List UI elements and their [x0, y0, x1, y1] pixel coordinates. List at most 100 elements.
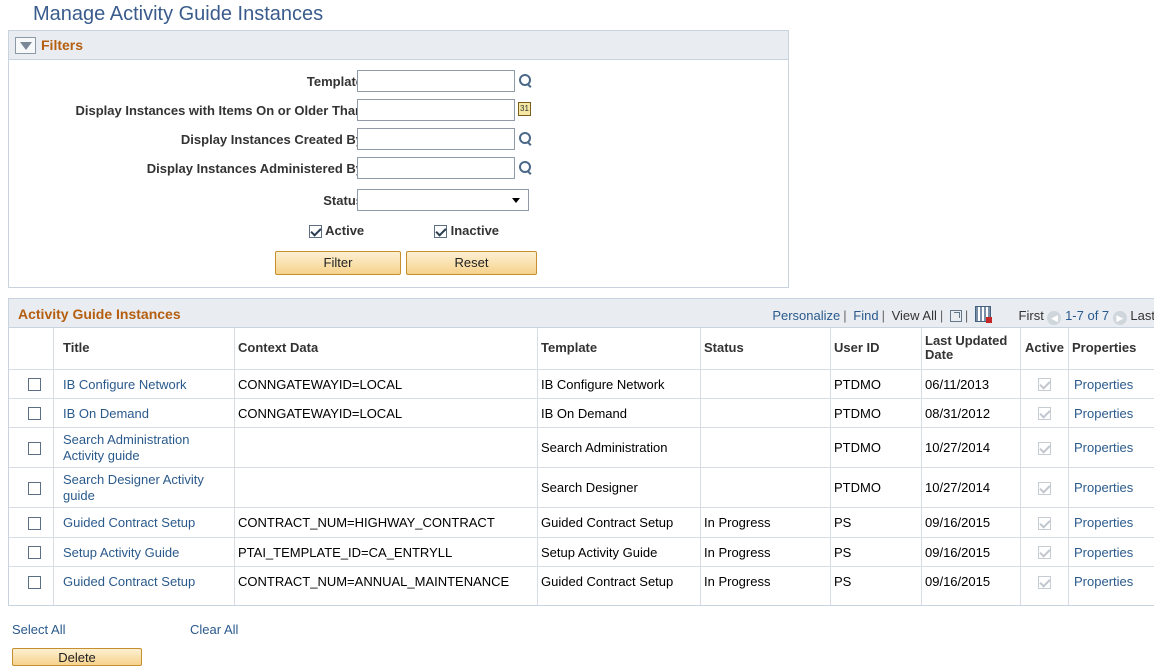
- administered-by-filter-row: Display Instances Administered By: [9, 157, 788, 181]
- properties-link[interactable]: Properties: [1074, 370, 1133, 399]
- cell-template: Guided Contract Setup: [541, 574, 674, 589]
- cell-status: In Progress: [704, 574, 771, 589]
- previous-icon[interactable]: ◀: [1047, 311, 1062, 325]
- cell-template: Search Designer: [541, 480, 638, 495]
- cell-title[interactable]: Guided Contract Setup: [63, 567, 229, 597]
- filters-header[interactable]: Filters: [9, 31, 788, 60]
- next-icon[interactable]: ▶: [1112, 311, 1127, 325]
- column-active[interactable]: Active: [1025, 328, 1064, 368]
- row-checkbox[interactable]: [28, 481, 41, 495]
- older-than-label: Display Instances with Items On or Older…: [75, 103, 363, 118]
- properties-link[interactable]: Properties: [1074, 468, 1133, 508]
- cell-title[interactable]: Guided Contract Setup: [63, 508, 229, 538]
- active-checkbox-disabled: [1038, 546, 1051, 559]
- cell-context: PTAI_TEMPLATE_ID=CA_ENTRYLL: [238, 544, 453, 560]
- row-select-checkbox[interactable]: [28, 538, 41, 567]
- filter-button[interactable]: Filter: [275, 251, 401, 275]
- column-last-updated-date[interactable]: Last Updated Date: [925, 328, 1017, 368]
- filters-title: Filters: [41, 37, 84, 53]
- view-all-link[interactable]: View All: [892, 308, 937, 323]
- cell-title[interactable]: Setup Activity Guide: [63, 538, 229, 567]
- cell-context: CONTRACT_NUM=HIGHWAY_CONTRACT: [238, 515, 495, 530]
- cell-title[interactable]: Search Designer Activity guide: [63, 468, 229, 508]
- properties-link[interactable]: Properties: [1074, 428, 1133, 468]
- older-than-date-input[interactable]: [357, 99, 515, 121]
- table-row: Search Administration Activity guide Sear…: [9, 428, 1154, 468]
- inactive-filter[interactable]: Inactive: [434, 223, 499, 241]
- active-check-disabled: [1038, 370, 1051, 399]
- find-link[interactable]: Find: [853, 308, 878, 323]
- properties-link[interactable]: Properties: [1074, 399, 1133, 428]
- column-user-id[interactable]: User ID: [834, 328, 880, 368]
- column-headers: Title Context Data Template Status User …: [9, 328, 1154, 370]
- active-checkbox[interactable]: [309, 225, 322, 239]
- reset-button[interactable]: Reset: [406, 251, 537, 275]
- row-checkbox[interactable]: [28, 407, 41, 420]
- inactive-checkbox[interactable]: [434, 225, 447, 239]
- administered-by-input[interactable]: [357, 157, 515, 179]
- cell-context: [238, 468, 535, 508]
- active-label: Active: [325, 223, 365, 238]
- row-select-checkbox[interactable]: [28, 370, 41, 399]
- first-label[interactable]: First: [1019, 308, 1044, 323]
- column-status[interactable]: Status: [704, 328, 744, 368]
- cell-title[interactable]: Search Administration Activity guide: [63, 428, 229, 468]
- older-than-filter-row: Display Instances with Items On or Older…: [9, 99, 788, 123]
- row-checkbox[interactable]: [28, 441, 41, 455]
- row-checkbox[interactable]: [28, 575, 41, 589]
- row-select-checkbox[interactable]: [28, 508, 41, 538]
- active-checkbox-disabled: [1038, 441, 1051, 455]
- row-checkbox[interactable]: [28, 378, 41, 391]
- properties-link[interactable]: Properties: [1074, 567, 1133, 597]
- zoom-icon[interactable]: [949, 310, 962, 322]
- personalize-link[interactable]: Personalize: [772, 308, 840, 323]
- filters-panel: Filters Template Display Instances with …: [8, 30, 789, 288]
- search-icon[interactable]: [519, 161, 532, 174]
- download-icon[interactable]: [974, 306, 992, 323]
- row-select-checkbox[interactable]: [28, 567, 41, 597]
- active-filter[interactable]: Active: [309, 223, 364, 241]
- row-select-checkbox[interactable]: [28, 399, 41, 428]
- cell-template: Setup Activity Guide: [541, 544, 658, 560]
- page-title: Manage Activity Guide Instances: [33, 3, 324, 25]
- row-checkbox[interactable]: [28, 516, 41, 530]
- search-icon[interactable]: [519, 74, 532, 87]
- delete-button[interactable]: Delete: [12, 648, 142, 666]
- table-row: IB Configure Network CONNGATEWAYID=LOCAL I…: [9, 370, 1154, 399]
- cell-user: PTDMO: [834, 480, 881, 495]
- cell-context: [238, 428, 535, 468]
- last-label[interactable]: Last: [1130, 308, 1154, 323]
- properties-link[interactable]: Properties: [1074, 508, 1133, 538]
- collapse-filters-icon[interactable]: [15, 36, 36, 54]
- cell-status: [704, 370, 828, 399]
- active-check-disabled: [1038, 468, 1051, 508]
- active-check-disabled: [1038, 538, 1051, 567]
- column-title[interactable]: Title: [63, 328, 90, 368]
- active-check-disabled: [1038, 428, 1051, 468]
- search-icon[interactable]: [519, 132, 532, 145]
- cell-status: [704, 428, 828, 468]
- row-select-checkbox[interactable]: [28, 428, 41, 468]
- cell-status: In Progress: [704, 544, 771, 560]
- row-select-checkbox[interactable]: [28, 468, 41, 508]
- created-by-input[interactable]: [357, 128, 515, 150]
- cell-title[interactable]: IB Configure Network: [63, 370, 229, 399]
- calendar-icon[interactable]: 31: [518, 102, 531, 116]
- template-label: Template: [306, 74, 363, 89]
- select-all-link[interactable]: Select All: [12, 622, 65, 637]
- cell-title[interactable]: IB On Demand: [63, 399, 229, 428]
- clear-all-link[interactable]: Clear All: [190, 622, 238, 637]
- cell-updated: 08/31/2012: [925, 405, 991, 421]
- column-context-data[interactable]: Context Data: [238, 328, 318, 368]
- column-properties[interactable]: Properties: [1072, 328, 1136, 368]
- status-select[interactable]: [357, 189, 529, 211]
- cell-updated: 06/11/2013: [925, 376, 990, 392]
- row-checkbox[interactable]: [28, 546, 41, 559]
- column-template[interactable]: Template: [541, 328, 597, 368]
- properties-link[interactable]: Properties: [1074, 538, 1133, 567]
- template-input[interactable]: [357, 70, 515, 92]
- cell-status: [704, 468, 828, 508]
- active-checkbox-disabled: [1038, 407, 1051, 420]
- cell-user: PS: [834, 574, 852, 589]
- created-by-label: Display Instances Created By: [180, 132, 363, 147]
